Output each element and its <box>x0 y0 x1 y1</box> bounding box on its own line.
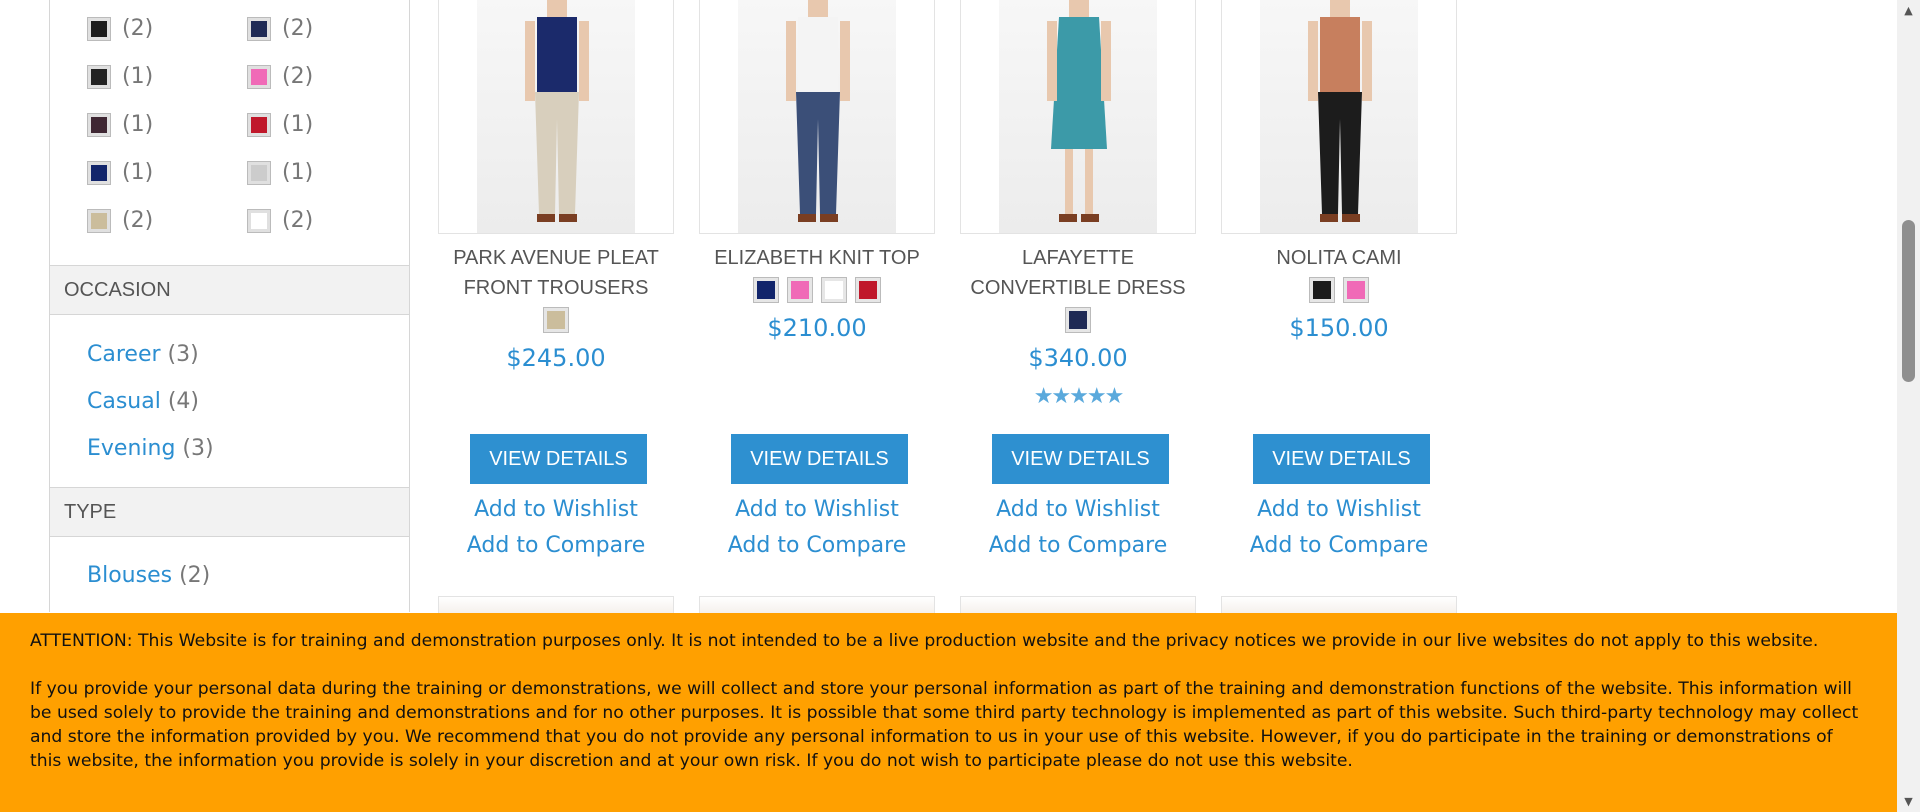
color-swatch <box>247 112 271 137</box>
filter-occasion-evening[interactable]: Evening (3) <box>87 436 214 461</box>
occasion-header[interactable]: OCCASION <box>50 265 409 315</box>
product-name-line: ELIZABETH KNIT TOP <box>714 247 920 269</box>
add-to-compare-link[interactable]: Add to Compare <box>942 533 1214 558</box>
filter-label: Career <box>87 342 161 367</box>
product-color-swatches <box>1203 277 1475 303</box>
product-image[interactable] <box>960 0 1196 234</box>
product-name-line: FRONT TROUSERS <box>463 277 649 299</box>
color-swatch <box>247 160 271 185</box>
filter-count: (1) <box>122 160 154 185</box>
filter-count: (3) <box>167 342 199 367</box>
color-swatch[interactable] <box>1343 277 1369 303</box>
product-image[interactable] <box>438 0 674 234</box>
color-swatch-filter[interactable]: (2) <box>87 208 154 233</box>
product-name-line: CONVERTIBLE DRESS <box>970 277 1186 299</box>
filter-type-blouses[interactable]: Blouses (2) <box>87 563 210 588</box>
filter-count: (2) <box>179 563 211 588</box>
color-swatch-filter[interactable]: (1) <box>247 112 314 137</box>
product-name-line: PARK AVENUE PLEAT <box>453 247 659 269</box>
color-swatch <box>87 112 111 137</box>
filter-count: (4) <box>167 389 200 414</box>
view-details-button[interactable]: VIEW DETAILS <box>1253 434 1430 484</box>
product-name-line: NOLITA CAMI <box>1276 247 1402 269</box>
color-swatch-filter[interactable]: (1) <box>87 64 154 89</box>
product-color-swatches <box>681 277 953 303</box>
color-swatch-filter[interactable]: (1) <box>247 160 314 185</box>
add-to-wishlist-link[interactable]: Add to Wishlist <box>420 497 692 522</box>
product-name[interactable]: NOLITA CAMI <box>1203 243 1475 273</box>
filter-label: Evening <box>87 436 176 461</box>
color-swatch-filter[interactable]: (2) <box>247 64 314 89</box>
filter-label: Casual <box>87 389 161 414</box>
vertical-scrollbar[interactable]: ▲ ▼ <box>1897 0 1920 812</box>
product-price: $210.00 <box>767 314 867 342</box>
color-swatch <box>87 16 111 41</box>
color-swatch-filter[interactable]: (2) <box>247 16 314 41</box>
color-swatch[interactable] <box>855 277 881 303</box>
filter-count: (1) <box>282 160 314 185</box>
color-swatch[interactable] <box>787 277 813 303</box>
add-to-wishlist-link[interactable]: Add to Wishlist <box>681 497 953 522</box>
rating-stars-icon[interactable]: ★★★★★ <box>942 384 1214 409</box>
add-to-compare-link[interactable]: Add to Compare <box>420 533 692 558</box>
view-details-button[interactable]: VIEW DETAILS <box>992 434 1169 484</box>
filter-count: (1) <box>282 112 314 137</box>
add-to-wishlist-link[interactable]: Add to Wishlist <box>1203 497 1475 522</box>
scroll-up-icon[interactable]: ▲ <box>1897 4 1920 17</box>
color-swatch-filter[interactable]: (2) <box>87 16 154 41</box>
color-swatch[interactable] <box>1065 307 1091 333</box>
demo-notice-banner: ATTENTION: This Website is for training … <box>0 613 1897 812</box>
filter-occasion-career[interactable]: Career (3) <box>87 342 199 367</box>
filter-count: (2) <box>122 16 154 41</box>
type-header[interactable]: TYPE <box>50 487 409 537</box>
filter-occasion-casual[interactable]: Casual (4) <box>87 389 199 414</box>
filter-count: (3) <box>182 436 214 461</box>
notice-paragraph: ATTENTION: This Website is for training … <box>30 631 1819 651</box>
product-name[interactable]: LAFAYETTE CONVERTIBLE DRESS <box>942 243 1214 303</box>
color-swatch[interactable] <box>543 307 569 333</box>
add-to-compare-link[interactable]: Add to Compare <box>681 533 953 558</box>
filter-count: (2) <box>282 208 314 233</box>
filter-count: (2) <box>282 64 314 89</box>
color-swatch-filter[interactable]: (2) <box>247 208 314 233</box>
scroll-down-icon[interactable]: ▼ <box>1897 795 1920 808</box>
color-swatch <box>247 16 271 41</box>
color-swatch <box>247 64 271 89</box>
product-image[interactable] <box>1221 0 1457 234</box>
view-details-button[interactable]: VIEW DETAILS <box>470 434 647 484</box>
color-swatch <box>247 208 271 233</box>
product-price: $340.00 <box>1028 344 1128 372</box>
color-swatch <box>87 64 111 89</box>
color-swatch[interactable] <box>821 277 847 303</box>
filter-sidebar: (2) (2) (1) (2) (1) (1) (1) (1) (2) (2) OCCASION … <box>49 0 410 612</box>
color-swatch-filter[interactable]: (1) <box>87 160 154 185</box>
notice-paragraph: If you provide your personal data during… <box>30 679 1859 771</box>
product-price: $245.00 <box>506 344 606 372</box>
product-name-line: LAFAYETTE <box>1022 247 1134 269</box>
product-price: $150.00 <box>1289 314 1389 342</box>
product-name[interactable]: PARK AVENUE PLEAT FRONT TROUSERS <box>420 243 692 303</box>
scrollbar-thumb[interactable] <box>1902 220 1915 382</box>
color-swatch-filter[interactable]: (1) <box>87 112 154 137</box>
filter-count: (1) <box>122 64 154 89</box>
product-color-swatches <box>420 307 692 333</box>
color-swatch <box>87 208 111 233</box>
product-color-swatches <box>942 307 1214 333</box>
product-image[interactable] <box>699 0 935 234</box>
add-to-compare-link[interactable]: Add to Compare <box>1203 533 1475 558</box>
color-swatch[interactable] <box>753 277 779 303</box>
add-to-wishlist-link[interactable]: Add to Wishlist <box>942 497 1214 522</box>
color-swatch <box>87 160 111 185</box>
filter-count: (2) <box>122 208 154 233</box>
filter-count: (1) <box>122 112 154 137</box>
view-details-button[interactable]: VIEW DETAILS <box>731 434 908 484</box>
product-name[interactable]: ELIZABETH KNIT TOP <box>681 243 953 273</box>
filter-count: (2) <box>282 16 314 41</box>
color-swatch[interactable] <box>1309 277 1335 303</box>
filter-label: Blouses <box>87 563 173 588</box>
